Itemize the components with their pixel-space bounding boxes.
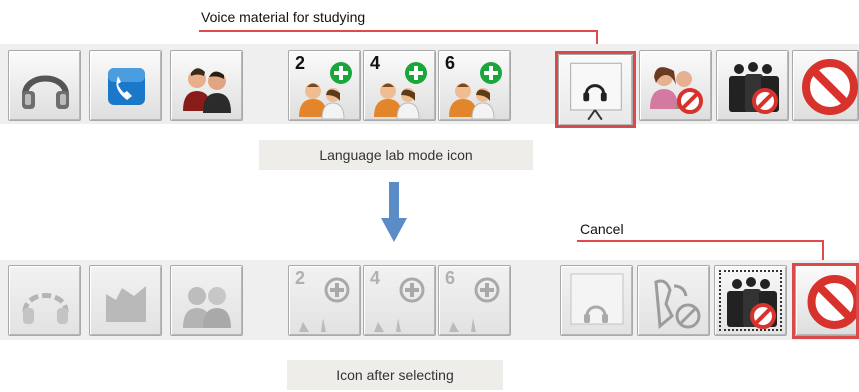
group-size-label: 2 — [295, 53, 306, 73]
group-4-button-disabled: 4 — [363, 265, 436, 336]
group-2-button-disabled: 2 — [288, 265, 361, 336]
language-lab-caption: Language lab mode icon — [259, 140, 533, 170]
two-people-icon — [183, 287, 231, 328]
cancel-pair-button-disabled — [637, 265, 710, 336]
two-people-icon — [183, 68, 231, 113]
pair-talk-button[interactable] — [170, 50, 243, 121]
group-6-button-disabled: 6 — [438, 265, 511, 336]
headphones-icon — [22, 293, 69, 324]
cancel-callout-label: Cancel — [580, 221, 624, 237]
phone-button-disabled — [89, 265, 162, 336]
cancel-highlight — [792, 263, 859, 339]
group-size-label: 6 — [445, 268, 456, 288]
phone-icon — [108, 68, 145, 105]
headphones-icon — [22, 75, 69, 109]
prohibited-icon — [802, 59, 858, 115]
phone-button[interactable] — [89, 50, 162, 121]
phone-icon — [106, 286, 146, 322]
headphones-button[interactable] — [8, 50, 81, 121]
cancel-pair-button[interactable] — [639, 50, 712, 121]
group-4-button[interactable]: 4 — [363, 50, 436, 121]
voice-material-highlight — [555, 51, 636, 128]
cancel-pair-icon — [650, 67, 703, 114]
voice-material-callout-label: Voice material for studying — [201, 9, 366, 25]
cancel-pair-icon — [654, 279, 701, 329]
after-selecting-caption: Icon after selecting — [287, 360, 503, 390]
group-size-label: 2 — [295, 268, 306, 288]
voice-material-button-disabled — [560, 265, 633, 336]
voice-material-callout-line — [199, 30, 598, 32]
headphones-button-disabled — [8, 265, 81, 336]
cancel-group-button[interactable] — [716, 50, 789, 121]
cancel-button[interactable] — [792, 50, 859, 121]
group-6-button[interactable]: 6 — [438, 50, 511, 121]
group-size-label: 4 — [370, 53, 381, 73]
pair-talk-button-disabled — [170, 265, 243, 336]
down-arrow-icon — [381, 182, 407, 242]
group-2-button[interactable]: 2 — [288, 50, 361, 121]
cancel-callout-line — [577, 240, 823, 242]
group-size-label: 6 — [445, 53, 456, 73]
focus-outline — [719, 270, 782, 331]
headphones-screen-icon — [570, 273, 624, 325]
cancel-group-icon — [729, 62, 779, 114]
group-size-label: 4 — [370, 268, 381, 288]
